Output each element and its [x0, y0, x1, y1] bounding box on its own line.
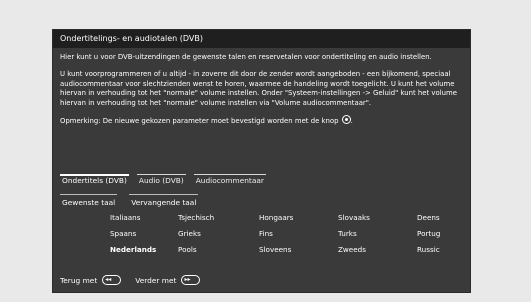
note-text: Opmerking: De nieuwe gekozen parameter m…	[60, 117, 339, 126]
subtab-fallback-language[interactable]: Vervangende taal	[129, 194, 199, 211]
language-option[interactable]: Spaans	[110, 229, 136, 238]
language-option[interactable]: Tsjechisch	[178, 213, 214, 222]
tab-subtitles-label: Ondertitels (DVB)	[62, 176, 127, 185]
language-option[interactable]: Grieks	[178, 229, 201, 238]
back-button-icon[interactable]: ◂◂	[102, 275, 122, 285]
main-tabs: Ondertitels (DVB) Audio (DVB) Audiocomme…	[60, 171, 274, 191]
tab-audio[interactable]: Audio (DVB)	[136, 171, 186, 191]
language-option[interactable]: Pools	[178, 245, 197, 254]
back-label: Terug met	[60, 275, 98, 285]
subtab-fallback-language-label: Vervangende taal	[131, 198, 197, 207]
language-option[interactable]: Slovaaks	[338, 213, 370, 222]
next-button-icon[interactable]: ▸▸	[181, 275, 201, 285]
language-option[interactable]: Turks	[338, 229, 357, 238]
language-option[interactable]: Hongaars	[259, 213, 293, 222]
intro-text: Hier kunt u voor DVB-uitzendingen de gew…	[60, 53, 463, 126]
tv-menu-panel: Ondertitelings- en audiotalen (DVB) Hier…	[53, 30, 470, 292]
tab-subtitles[interactable]: Ondertitels (DVB)	[60, 171, 129, 191]
language-option[interactable]: Italiaans	[110, 213, 140, 222]
ok-button-icon	[341, 115, 351, 125]
language-row: Nederlands Pools Sloveens Zweeds Russic	[110, 245, 462, 261]
footer-hints: Terug met ◂◂ Verder met ▸▸	[60, 275, 214, 285]
subtab-preferred-language[interactable]: Gewenste taal	[60, 194, 118, 211]
language-option-selected[interactable]: Nederlands	[110, 245, 156, 254]
language-option[interactable]: Russic	[417, 245, 440, 254]
intro-paragraph-1: Hier kunt u voor DVB-uitzendingen de gew…	[60, 53, 432, 61]
subtab-preferred-language-label: Gewenste taal	[62, 198, 116, 207]
window-title: Ondertitelings- en audiotalen (DVB)	[53, 30, 470, 48]
language-option[interactable]: Sloveens	[259, 245, 291, 254]
note-line: Opmerking: De nieuwe gekozen parameter m…	[60, 115, 353, 126]
intro-paragraph-2: U kunt voorprogrammeren of u altijd - in…	[60, 70, 457, 107]
tab-audio-commentary-label: Audiocommentaar	[195, 176, 264, 185]
language-row: Italiaans Tsjechisch Hongaars Slovaaks D…	[110, 213, 462, 229]
language-option[interactable]: Deens	[417, 213, 440, 222]
next-label: Verder met	[135, 275, 177, 285]
tab-audio-commentary[interactable]: Audiocommentaar	[193, 171, 266, 191]
language-option[interactable]: Fins	[259, 229, 273, 238]
language-grid: Italiaans Tsjechisch Hongaars Slovaaks D…	[110, 213, 462, 261]
language-option[interactable]: Portug	[417, 229, 440, 238]
language-subtabs: Gewenste taal Vervangende taal	[60, 194, 210, 211]
language-option[interactable]: Zweeds	[338, 245, 366, 254]
language-row: Spaans Grieks Fins Turks Portug	[110, 229, 462, 245]
tab-audio-label: Audio (DVB)	[138, 176, 184, 185]
